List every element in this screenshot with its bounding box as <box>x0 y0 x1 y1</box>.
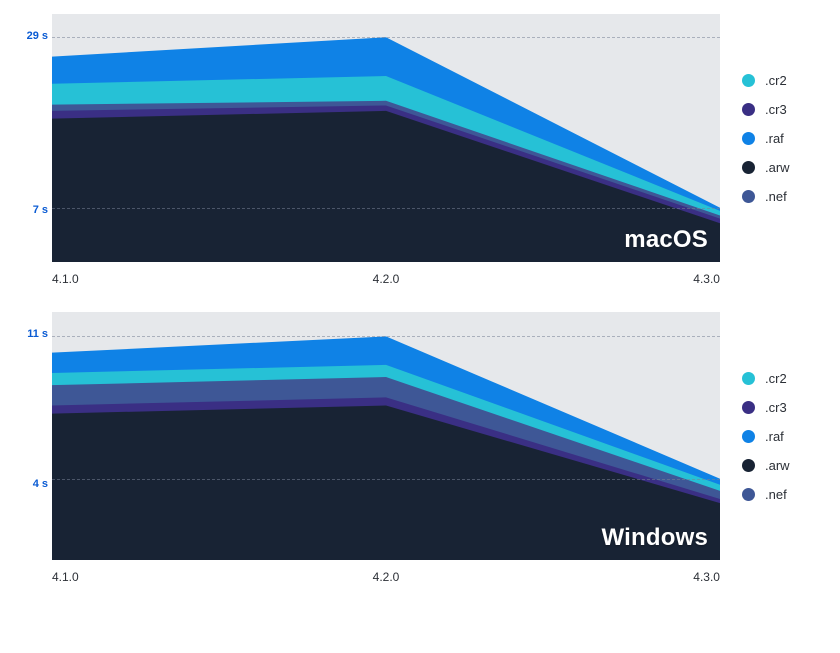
legend-label: .cr2 <box>765 371 787 386</box>
plot-windows: Windows <box>52 312 720 560</box>
legend-item-cr2: .cr2 <box>742 73 824 88</box>
xtick-label: 4.1.0 <box>52 570 79 584</box>
legend-macos: .cr2 .cr3 .raf .arw .nef <box>720 14 824 262</box>
xtick-label: 4.2.0 <box>373 272 400 286</box>
xticks-macos: 4.1.0 4.2.0 4.3.0 <box>52 268 720 286</box>
ytick-label: 29 s <box>27 30 48 42</box>
legend-label: .cr3 <box>765 400 787 415</box>
xtick-label: 4.3.0 <box>693 570 720 584</box>
swatch-icon <box>742 74 755 87</box>
ytick-label: 7 s <box>33 204 48 216</box>
chart-macos: 29 s 7 s macOS .cr2 .cr3 .raf .arw .nef 4.1.… <box>16 14 824 286</box>
xaxis-windows: 4.1.0 4.2.0 4.3.0 <box>16 566 824 584</box>
legend-item-nef: .nef <box>742 189 824 204</box>
legend-item-arw: .arw <box>742 458 824 473</box>
legend-item-raf: .raf <box>742 429 824 444</box>
swatch-icon <box>742 372 755 385</box>
legend-item-cr3: .cr3 <box>742 102 824 117</box>
xtick-label: 4.3.0 <box>693 272 720 286</box>
charts-page: 29 s 7 s macOS .cr2 .cr3 .raf .arw .nef 4.1.… <box>0 0 840 653</box>
swatch-icon <box>742 161 755 174</box>
swatch-icon <box>742 459 755 472</box>
legend-item-cr2: .cr2 <box>742 371 824 386</box>
xtick-label: 4.2.0 <box>373 570 400 584</box>
xtick-label: 4.1.0 <box>52 272 79 286</box>
yaxis-windows: 11 s 4 s <box>16 312 52 560</box>
chart-windows: 11 s 4 s Windows .cr2 .cr3 .raf .arw .nef 4.… <box>16 312 824 584</box>
xaxis-macos: 4.1.0 4.2.0 4.3.0 <box>16 268 824 286</box>
legend-label: .cr3 <box>765 102 787 117</box>
legend-label: .raf <box>765 131 784 146</box>
legend-label: .nef <box>765 487 787 502</box>
chart-title-windows: Windows <box>601 524 708 552</box>
chart-title-macos: macOS <box>624 226 708 254</box>
area-layers-windows <box>52 312 720 560</box>
yaxis-macos: 29 s 7 s <box>16 14 52 262</box>
swatch-icon <box>742 190 755 203</box>
legend-label: .arw <box>765 160 790 175</box>
legend-windows: .cr2 .cr3 .raf .arw .nef <box>720 312 824 560</box>
swatch-icon <box>742 132 755 145</box>
legend-label: .nef <box>765 189 787 204</box>
legend-item-cr3: .cr3 <box>742 400 824 415</box>
swatch-icon <box>742 488 755 501</box>
plot-macos: macOS <box>52 14 720 262</box>
xticks-windows: 4.1.0 4.2.0 4.3.0 <box>52 566 720 584</box>
legend-label: .cr2 <box>765 73 787 88</box>
ytick-label: 4 s <box>33 478 48 490</box>
chart-windows-upper: 11 s 4 s Windows .cr2 .cr3 .raf .arw .nef <box>16 312 824 560</box>
legend-item-arw: .arw <box>742 160 824 175</box>
swatch-icon <box>742 103 755 116</box>
swatch-icon <box>742 401 755 414</box>
ytick-label: 11 s <box>27 328 48 340</box>
legend-label: .arw <box>765 458 790 473</box>
swatch-icon <box>742 430 755 443</box>
legend-label: .raf <box>765 429 784 444</box>
legend-item-nef: .nef <box>742 487 824 502</box>
legend-item-raf: .raf <box>742 131 824 146</box>
chart-macos-upper: 29 s 7 s macOS .cr2 .cr3 .raf .arw .nef <box>16 14 824 262</box>
area-layers-macos <box>52 14 720 262</box>
